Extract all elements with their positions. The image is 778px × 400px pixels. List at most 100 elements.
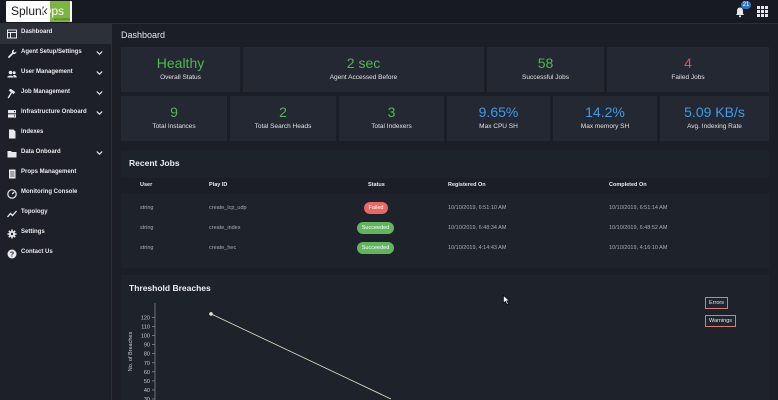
chevron-down-icon xyxy=(96,91,103,96)
cell-play-id: create_hec xyxy=(209,245,237,251)
series-line-errors xyxy=(210,313,392,400)
sidebar-item-monitoring-console[interactable]: Monitoring Console xyxy=(0,184,112,204)
sidebar-item-label: User Management xyxy=(21,69,73,75)
sidebar-item-label: Data Onboard xyxy=(21,149,61,155)
stat-card-total-indexers: 3 Total Indexers xyxy=(339,96,444,141)
threshold-chart: No. of Breaches12011010090807060504030 xyxy=(128,303,392,400)
stat-label: Failed Jobs xyxy=(671,74,705,81)
stat-label: Max CPU SH xyxy=(479,123,518,130)
table-row[interactable]: string create_index Succeeded 10/10/2019… xyxy=(121,219,769,239)
y-tick-label: 60 xyxy=(144,370,150,376)
column-header-play-id[interactable]: Play ID xyxy=(209,182,227,188)
column-header-registered-on[interactable]: Registered On xyxy=(448,182,486,188)
stat-value: Healthy xyxy=(156,55,205,71)
cell-play-id: create_index xyxy=(209,225,241,231)
stat-label: Total Search Heads xyxy=(254,123,312,130)
sidebar-item-job-management[interactable]: Job Management xyxy=(0,84,112,104)
y-tick-label: 80 xyxy=(144,352,150,358)
stat-label: Total Indexers xyxy=(371,123,412,130)
stat-card-max-memory: 14.2% Max memory SH xyxy=(553,96,657,141)
chevron-down-icon xyxy=(96,71,103,76)
chart-line-icon xyxy=(7,210,17,218)
stat-card-total-search-heads: 2 Total Search Heads xyxy=(230,96,336,141)
sidebar-item-label: Settings xyxy=(21,229,45,235)
data-point[interactable] xyxy=(209,312,213,316)
y-tick-label: 90 xyxy=(144,343,150,349)
apps-grid-icon[interactable] xyxy=(757,6,768,17)
recent-jobs-panel: Recent Jobs User Play ID Status Register… xyxy=(121,150,769,268)
cell-completed-on: 10/10/2019, 4:16:10 AM xyxy=(609,245,668,251)
sidebar-item-label: Agent Setup/Settings xyxy=(21,49,82,55)
sidebar-item-infrastructure-onboard[interactable]: Infrastructure Onboard xyxy=(0,104,112,124)
file-icon xyxy=(9,129,16,139)
stat-card-total-instances: 9 Total Instances xyxy=(121,96,227,141)
top-bar: Splunk Ops accessibility 21 xyxy=(0,0,778,24)
table-row[interactable]: string create_lcp_udp Failed 10/10/2019,… xyxy=(121,199,769,219)
y-axis-label: No. of Breaches xyxy=(128,332,134,372)
status-badge: Succeeded xyxy=(357,222,394,234)
sidebar-item-label: Topology xyxy=(21,209,48,215)
stat-card-successful-jobs: 58 Successful Jobs xyxy=(487,47,604,92)
stat-value: 14.2% xyxy=(585,104,625,120)
column-header-user[interactable]: User xyxy=(140,182,152,188)
dashboard-icon xyxy=(7,29,17,39)
threshold-breaches-panel: Threshold Breaches Errors Warnings No. o… xyxy=(121,275,769,400)
stat-value: 9 xyxy=(170,104,178,120)
stat-card-failed-jobs: 4 Failed Jobs xyxy=(607,47,769,92)
cell-registered-on: 10/10/2019, 4:14:43 AM xyxy=(448,245,507,251)
stat-label: Successful Jobs xyxy=(522,74,569,81)
stat-value: 2 xyxy=(279,104,287,120)
sidebar-item-dashboard[interactable]: Dashboard xyxy=(0,24,112,44)
gear-icon xyxy=(7,229,17,239)
column-header-completed-on[interactable]: Completed On xyxy=(609,182,647,188)
sidebar-item-label: Dashboard xyxy=(21,29,53,35)
sidebar-item-data-onboard[interactable]: Data Onboard xyxy=(0,144,112,164)
cell-play-id: create_lcp_udp xyxy=(209,205,247,211)
cell-completed-on: 10/10/2019, 6:48:52 AM xyxy=(609,225,668,231)
y-tick-label: 120 xyxy=(141,316,150,322)
sidebar-item-contact-us[interactable]: ? Contact Us xyxy=(0,244,112,264)
splunkops-logo[interactable]: Splunk Ops accessibility xyxy=(6,1,72,22)
y-tick-label: 100 xyxy=(141,334,150,340)
sidebar-item-label: Job Management xyxy=(21,89,71,95)
document-icon xyxy=(9,169,16,179)
sidebar-item-indexes[interactable]: Indexes xyxy=(0,124,112,144)
recent-jobs-title: Recent Jobs xyxy=(129,158,180,168)
stat-label: Avg. Indexing Rate xyxy=(687,123,742,130)
server-icon xyxy=(8,110,16,118)
stat-card-max-cpu: 9.65% Max CPU SH xyxy=(447,96,550,141)
chevron-down-icon xyxy=(96,111,103,116)
cell-user: string xyxy=(140,245,154,251)
stat-card-agent-accessed: 2 sec Agent Accessed Before xyxy=(243,47,484,92)
y-tick-label: 110 xyxy=(141,325,150,331)
stat-value: 4 xyxy=(684,55,692,71)
sidebar-item-topology[interactable]: Topology xyxy=(0,204,112,224)
y-tick-label: 50 xyxy=(144,379,150,385)
sidebar-item-user-management[interactable]: User Management xyxy=(0,64,112,84)
stat-value: 9.65% xyxy=(478,104,519,120)
sidebar-item-props-management[interactable]: Props Management xyxy=(0,164,112,184)
stat-value: 3 xyxy=(387,104,396,120)
stat-card-indexing-rate: 5.09 KB/s Avg. Indexing Rate xyxy=(660,96,769,141)
cell-completed-on: 10/10/2019, 6:51:14 AM xyxy=(609,205,668,211)
cell-user: string xyxy=(140,225,154,231)
stat-value: 5.09 KB/s xyxy=(684,104,745,120)
mouse-cursor-icon xyxy=(503,295,511,305)
stat-card-overall-status: Healthy Overall Status xyxy=(121,47,240,92)
sidebar-item-settings[interactable]: Settings xyxy=(0,224,112,244)
stat-label: Overall Status xyxy=(160,74,201,81)
cell-registered-on: 10/10/2019, 6:48:34 AM xyxy=(448,225,507,231)
y-tick-label: 40 xyxy=(144,388,150,394)
stat-value: 58 xyxy=(537,55,554,71)
table-row[interactable]: string create_hec Succeeded 10/10/2019, … xyxy=(121,239,769,259)
stat-label: Max memory SH xyxy=(580,123,630,130)
sidebar: Dashboard Agent Setup/Settings User Mana… xyxy=(0,24,112,400)
help-icon: ? xyxy=(7,249,17,259)
sidebar-item-label: Props Management xyxy=(21,169,77,175)
page-title: Dashboard xyxy=(121,30,166,40)
sidebar-item-agent-setup[interactable]: Agent Setup/Settings xyxy=(0,44,112,64)
column-header-status[interactable]: Status xyxy=(368,182,385,188)
chevron-down-icon xyxy=(96,151,103,156)
cell-user: string xyxy=(140,205,154,211)
sidebar-item-label: Indexes xyxy=(21,129,44,135)
